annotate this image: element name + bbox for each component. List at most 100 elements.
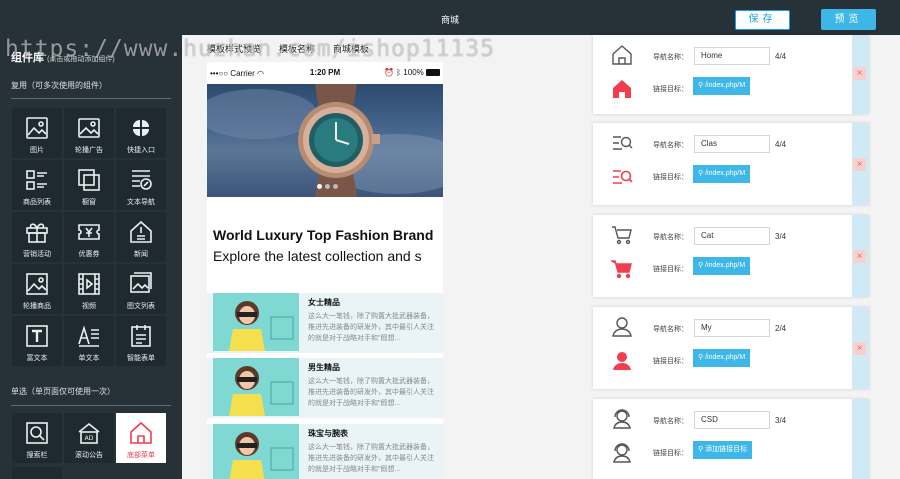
component-carousel-product[interactable]: 轮播商品 <box>12 264 62 314</box>
component-sidebar: 组件库 (点击或拖动添加组件) 复用（可多次使用的组件） 图片 轮播广告 快捷入… <box>0 35 182 479</box>
char-count: 3/4 <box>775 232 787 241</box>
component-video[interactable]: 视频 <box>64 264 114 314</box>
delete-icon[interactable]: × <box>853 67 866 80</box>
svg-text:AD: AD <box>85 435 94 442</box>
component-single-text[interactable]: 单文本 <box>64 316 114 366</box>
image-text-list-icon <box>130 272 152 293</box>
video-icon <box>78 273 100 295</box>
component-news[interactable]: 新闻 <box>116 212 166 262</box>
link-target-button[interactable]: ⚲ /index.php/M <box>693 165 751 183</box>
component-text-nav[interactable]: 文本导航 <box>116 160 166 210</box>
component-label: 优惠券 <box>78 251 100 258</box>
component-label: 轮播广告 <box>75 147 103 154</box>
top-bar: 商城 保存 预览 <box>0 0 900 35</box>
phone-preview: •••○○ Carrier ◠ 1:20 PM ⏰ ᛒ 100% World L… <box>207 62 443 479</box>
nav-name-label: 导航名称： <box>653 234 688 241</box>
carousel-product-icon <box>26 273 48 295</box>
nav-name-input[interactable]: Home <box>694 47 770 65</box>
link-target-button[interactable]: ⚲ /index.php/M <box>693 257 751 275</box>
service-icon <box>613 409 631 429</box>
text-nav-icon <box>132 170 152 190</box>
component-search-bar[interactable]: 搜索栏 <box>12 413 62 463</box>
preview-button[interactable]: 预览 <box>821 9 876 30</box>
divider <box>11 405 171 406</box>
sidebar-header: 组件库 (点击或拖动添加组件) <box>11 49 115 65</box>
watch-image <box>207 84 443 197</box>
nav-name-label: 导航名称： <box>653 418 688 425</box>
single-text-icon <box>78 325 99 347</box>
component-shortcut[interactable]: 快捷入口 <box>116 108 166 158</box>
product-item[interactable]: 男生精品 这么大一笔钱，除了购置大批武器装备，推进先进装备的研发外，其中最引人关… <box>207 358 443 418</box>
banner-subline: Explore the latest collection and s <box>213 248 422 264</box>
link-target-text: /index.php/M <box>705 262 746 269</box>
link-icon: ⚲ <box>698 170 704 177</box>
nav-name-input[interactable]: My <box>694 319 770 337</box>
carousel-dot[interactable] <box>317 184 322 189</box>
form-icon <box>131 325 151 347</box>
nav-name-input[interactable]: Clas <box>694 135 770 153</box>
component-notice[interactable]: AD 滚动公告 <box>64 413 114 463</box>
nav-link-label: 链接目标： <box>653 86 688 93</box>
showcase-icon <box>78 169 100 191</box>
delete-icon[interactable]: × <box>853 250 866 263</box>
nav-name-input[interactable]: CSD <box>694 411 770 429</box>
tab-mall-template[interactable]: 商城模板 <box>333 44 369 54</box>
product-thumbnail <box>213 358 299 416</box>
product-thumbnail <box>213 293 299 351</box>
link-target-text: /index.php/M <box>705 354 746 361</box>
component-carousel[interactable]: 轮播广告 <box>64 108 114 158</box>
delete-icon[interactable]: × <box>853 342 866 355</box>
delete-icon[interactable]: × <box>853 158 866 171</box>
nav-item-card: 导航名称： My 2/4 链接目标： ⚲ /index.php/M × <box>593 307 869 389</box>
component-label: 搜索栏 <box>26 452 48 459</box>
component-image-text-list[interactable]: 图文列表 <box>116 264 166 314</box>
component-image[interactable]: 图片 <box>12 108 62 158</box>
link-target-button[interactable]: ⚲ /index.php/M <box>693 77 751 95</box>
link-icon: ⚲ <box>698 446 704 453</box>
banner-headline: World Luxury Top Fashion Brand <box>213 227 434 243</box>
divider <box>11 98 171 99</box>
nav-link-label: 链接目标： <box>653 266 688 273</box>
home-filled-icon <box>613 80 631 98</box>
product-title: 女士精品 <box>308 298 340 307</box>
component-label: 快捷入口 <box>127 147 155 154</box>
product-item[interactable]: 珠宝与腕表 这么大一笔钱，除了购置大批武器装备，推进先进装备的研发外，其中最引人… <box>207 424 443 479</box>
carousel-icon <box>78 118 100 138</box>
component-bottom-menu[interactable]: 底部菜单 <box>116 413 166 463</box>
nav-name-input[interactable]: Cat <box>694 227 770 245</box>
battery-percent: 100% <box>403 68 424 77</box>
component-icon <box>24 474 50 479</box>
component-label: 富文本 <box>26 355 48 362</box>
component-label: 文本导航 <box>127 199 155 206</box>
add-link-target-button[interactable]: ⚲ 添加链接目标 <box>693 441 753 459</box>
component-marketing[interactable]: 营销活动 <box>12 212 62 262</box>
component-product-list[interactable]: 商品列表 <box>12 160 62 210</box>
component-label: 单文本 <box>78 355 100 362</box>
link-target-button[interactable]: ⚲ /index.php/M <box>693 349 751 367</box>
component-label: 视频 <box>82 303 96 310</box>
tab-style-preview[interactable]: 模板样式预览 <box>207 44 261 54</box>
search-bar-icon <box>26 422 48 444</box>
carousel-dot[interactable] <box>333 184 338 189</box>
save-button[interactable]: 保存 <box>735 10 790 30</box>
bottom-menu-icon <box>130 421 152 444</box>
reuse-section-label: 复用（可多次使用的组件） <box>11 81 107 90</box>
component-coupon[interactable]: 优惠券 <box>64 212 114 262</box>
component-label: 轮播商品 <box>23 303 51 310</box>
tab-template-name[interactable]: 模板名称 <box>279 44 315 54</box>
component-smart-form[interactable]: 智能表单 <box>116 316 166 366</box>
carousel-dot[interactable] <box>325 184 330 189</box>
product-desc: 这么大一笔钱，除了购置大批武器装备，推进先进装备的研发外，其中最引人关注的就是对… <box>308 444 434 473</box>
nav-name-label: 导航名称： <box>653 54 688 61</box>
product-title: 珠宝与腕表 <box>308 429 348 438</box>
banner-carousel[interactable] <box>207 84 443 197</box>
sidebar-title: 组件库 <box>11 52 44 64</box>
component-label: 滚动公告 <box>75 452 103 459</box>
component-rich-text[interactable]: 富文本 <box>12 316 62 366</box>
link-target-text: /index.php/M <box>705 82 746 89</box>
user-filled-icon <box>613 352 631 370</box>
component-partial[interactable] <box>12 467 62 479</box>
product-item[interactable]: 女士精品 这么大一笔钱，除了购置大批武器装备，推进先进装备的研发外，其中最引人关… <box>207 293 443 353</box>
component-showcase[interactable]: 橱窗 <box>64 160 114 210</box>
nav-item-card: 导航名称： Clas 4/4 链接目标： ⚲ /index.php/M × <box>593 123 869 205</box>
